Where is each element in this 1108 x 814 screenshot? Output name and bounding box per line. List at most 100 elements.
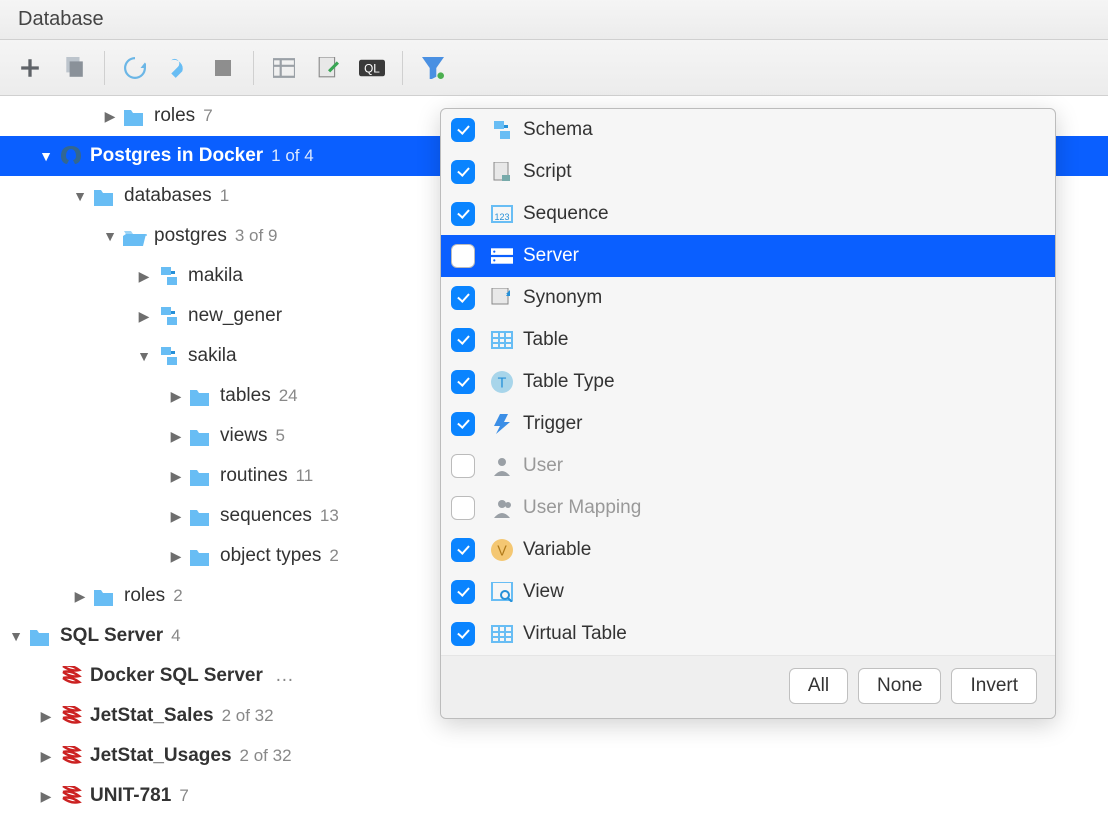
folder-icon [90, 584, 120, 608]
user-icon [487, 454, 517, 478]
console-button[interactable] [354, 50, 390, 86]
node-label: roles [124, 585, 165, 607]
vtable-icon [487, 622, 517, 646]
checkbox[interactable] [451, 538, 475, 562]
label: Trigger [523, 413, 582, 435]
add-button[interactable] [12, 50, 48, 86]
node-count: 1 [220, 186, 229, 206]
db-icon [120, 224, 150, 248]
sqlserver-icon [56, 704, 86, 728]
node-label: sakila [188, 345, 237, 367]
node-count: 2 of 32 [240, 746, 292, 766]
checkbox[interactable] [451, 244, 475, 268]
folder-icon [186, 464, 216, 488]
postgres-icon [56, 144, 86, 168]
expand-icon[interactable] [134, 308, 154, 325]
sqlserver-icon [56, 664, 86, 688]
expand-icon[interactable] [6, 628, 26, 644]
view-icon [487, 580, 517, 604]
checkbox[interactable] [451, 580, 475, 604]
expand-icon[interactable] [166, 388, 186, 405]
expand-icon[interactable] [70, 188, 90, 204]
folder-icon [26, 624, 56, 648]
node-count: 11 [296, 466, 314, 486]
node-count: 24 [279, 386, 298, 406]
filter-none-button[interactable]: None [858, 668, 941, 704]
checkbox[interactable] [451, 370, 475, 394]
refresh-button[interactable] [117, 50, 153, 86]
checkbox[interactable] [451, 160, 475, 184]
expand-icon[interactable] [36, 708, 56, 725]
folder-icon [186, 384, 216, 408]
filter-view[interactable]: View [441, 571, 1055, 613]
folder-icon [186, 424, 216, 448]
expand-icon[interactable] [36, 788, 56, 805]
schema-icon [154, 264, 184, 288]
expand-icon[interactable] [166, 468, 186, 485]
filter-invert-button[interactable]: Invert [951, 668, 1037, 704]
expand-icon[interactable] [134, 348, 154, 364]
node-count: 13 [320, 506, 339, 526]
filter-schema[interactable]: Schema [441, 109, 1055, 151]
label: Schema [523, 119, 593, 141]
filter-all-button[interactable]: All [789, 668, 848, 704]
node-jetstat-usages[interactable]: JetStat_Usages 2 of 32 [0, 736, 1108, 776]
expand-icon[interactable] [36, 148, 56, 164]
checkbox[interactable] [451, 496, 475, 520]
filter-user[interactable]: User [441, 445, 1055, 487]
expand-icon[interactable] [166, 548, 186, 565]
filter-script[interactable]: Script [441, 151, 1055, 193]
node-count: 7 [203, 106, 212, 126]
filter-trigger[interactable]: Trigger [441, 403, 1055, 445]
node-count: 7 [179, 786, 188, 806]
expand-icon[interactable] [134, 268, 154, 285]
editscript-button[interactable] [310, 50, 346, 86]
node-unit-781[interactable]: UNIT-781 7 [0, 776, 1108, 814]
checkbox[interactable] [451, 622, 475, 646]
checkbox[interactable] [451, 202, 475, 226]
checkbox[interactable] [451, 118, 475, 142]
filter-button[interactable] [415, 50, 451, 86]
table-icon [487, 328, 517, 352]
node-label: databases [124, 185, 212, 207]
sqlserver-icon [56, 784, 86, 808]
toolbar [0, 40, 1108, 96]
filter-variable[interactable]: Variable [441, 529, 1055, 571]
filter-sequence[interactable]: Sequence [441, 193, 1055, 235]
expand-icon[interactable] [70, 588, 90, 605]
expand-icon[interactable] [166, 508, 186, 525]
node-label: roles [154, 105, 195, 127]
filter-virtual-table[interactable]: Virtual Table [441, 613, 1055, 655]
label: User [523, 455, 563, 477]
node-label: SQL Server [60, 625, 163, 647]
stop-button[interactable] [205, 50, 241, 86]
filter-user-mapping[interactable]: User Mapping [441, 487, 1055, 529]
duplicate-button[interactable] [56, 50, 92, 86]
ellipsis: … [275, 665, 294, 687]
expand-icon[interactable] [166, 428, 186, 445]
expand-icon[interactable] [36, 748, 56, 765]
checkbox[interactable] [451, 286, 475, 310]
expand-icon[interactable] [100, 108, 120, 125]
filter-table[interactable]: Table [441, 319, 1055, 361]
expand-icon[interactable] [100, 228, 120, 244]
node-label: sequences [220, 505, 312, 527]
sqlserver-icon [56, 744, 86, 768]
label: Table Type [523, 371, 615, 393]
node-count: 2 [173, 586, 182, 606]
checkbox[interactable] [451, 454, 475, 478]
filter-server[interactable]: Server [441, 235, 1055, 277]
filter-table-type[interactable]: Table Type [441, 361, 1055, 403]
label: View [523, 581, 564, 603]
label: Script [523, 161, 572, 183]
filter-synonym[interactable]: Synonym [441, 277, 1055, 319]
checkbox[interactable] [451, 412, 475, 436]
properties-button[interactable] [161, 50, 197, 86]
tableview-button[interactable] [266, 50, 302, 86]
node-count: 4 [171, 626, 180, 646]
node-count: 5 [276, 426, 285, 446]
checkbox[interactable] [451, 328, 475, 352]
tabletype-icon [487, 370, 517, 394]
schema-icon [154, 344, 184, 368]
node-label: Docker SQL Server [90, 665, 263, 687]
